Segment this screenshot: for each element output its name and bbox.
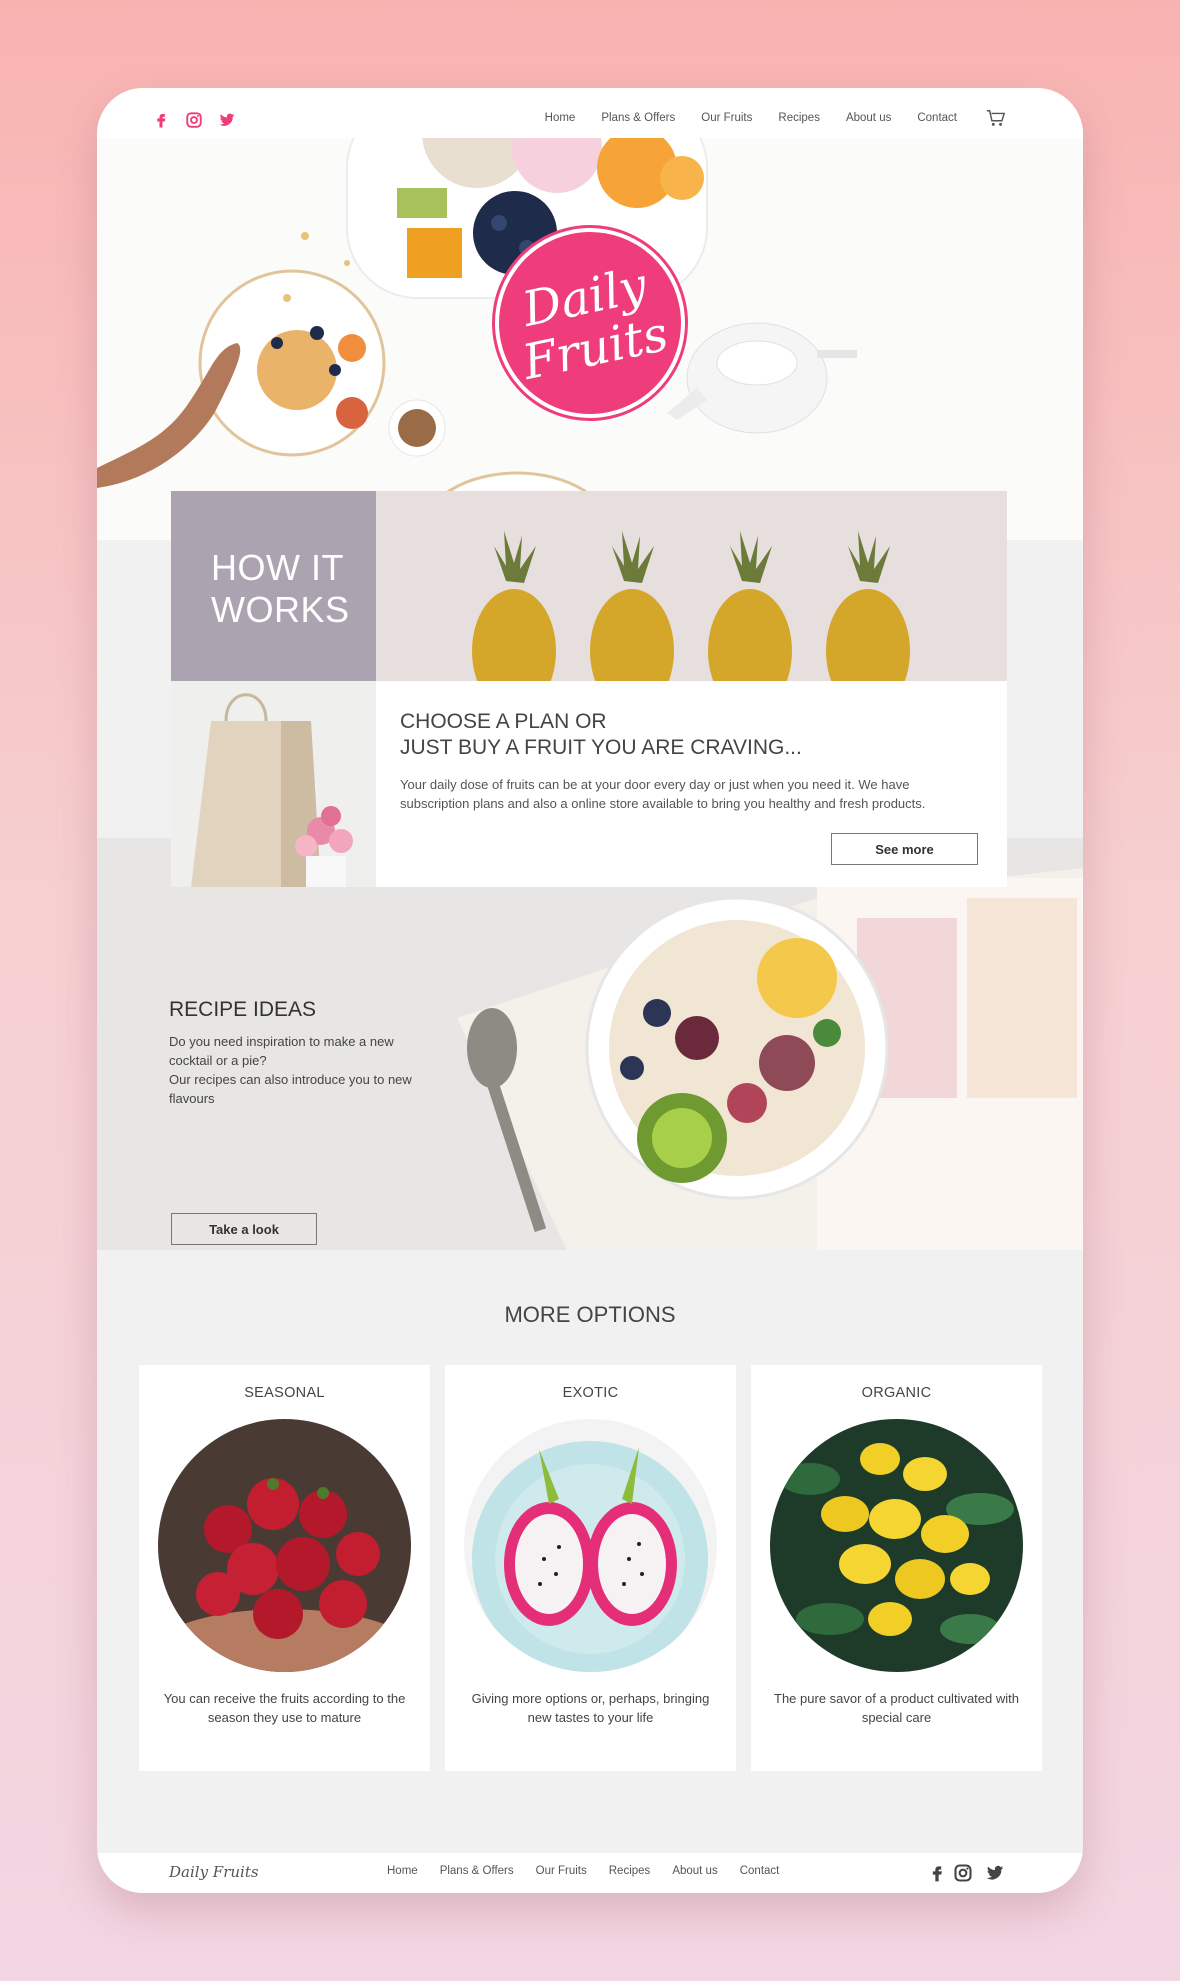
- seasonal-card[interactable]: SEASONAL You can receive the fruits acco…: [139, 1365, 430, 1771]
- nav-recipes[interactable]: Recipes: [778, 110, 820, 126]
- recipe-text-1: Do you need inspiration to make a new co…: [169, 1034, 394, 1068]
- recipe-text-block: RECIPE IDEAS Do you need inspiration to …: [169, 998, 429, 1108]
- footer-nav-plans-offers[interactable]: Plans & Offers: [440, 1865, 514, 1877]
- footer-nav-recipes[interactable]: Recipes: [609, 1865, 651, 1877]
- card-description: The pure savor of a product cultivated w…: [774, 1691, 1019, 1725]
- main-menu: Home Plans & Offers Our Fruits Recipes A…: [519, 110, 957, 126]
- recipe-text-2: Our recipes can also introduce you to ne…: [169, 1072, 412, 1106]
- footer-nav-home[interactable]: Home: [387, 1865, 418, 1877]
- recipe-section: RECIPE IDEAS Do you need inspiration to …: [97, 838, 1083, 1250]
- instagram-icon[interactable]: [183, 110, 205, 130]
- instagram-icon[interactable]: [953, 1863, 973, 1883]
- card-title: SEASONAL: [244, 1385, 325, 1401]
- twitter-icon[interactable]: [985, 1863, 1005, 1883]
- how-title-line-1: HOW IT: [211, 547, 344, 588]
- page-frame: Daily Fruits Home Plans & Offers Our Fru…: [97, 88, 1083, 1893]
- footer: Daily Fruits Home Plans & Offers Our Fru…: [97, 1853, 1083, 1893]
- more-options-section: MORE OPTIONS SEASONAL You can receive th…: [97, 1250, 1083, 1850]
- plan-title-line-2: JUST BUY A FRUIT YOU ARE CRAVING...: [400, 736, 802, 759]
- more-options-title: MORE OPTIONS: [504, 1302, 676, 1327]
- plan-title-line-1: CHOOSE A PLAN OR: [400, 710, 607, 733]
- nav-our-fruits[interactable]: Our Fruits: [701, 110, 752, 126]
- cart-icon[interactable]: [985, 108, 1007, 128]
- recipe-title: RECIPE IDEAS: [169, 998, 317, 1021]
- pineapples-image: [376, 491, 1007, 681]
- footer-menu: Home Plans & Offers Our Fruits Recipes A…: [387, 1865, 801, 1877]
- footer-nav-contact[interactable]: Contact: [740, 1865, 780, 1877]
- plan-description: Your daily dose of fruits can be at your…: [400, 777, 926, 811]
- nav-plans-offers[interactable]: Plans & Offers: [601, 110, 675, 126]
- twitter-icon[interactable]: [216, 110, 238, 130]
- nav-home[interactable]: Home: [545, 110, 576, 126]
- top-nav: Home Plans & Offers Our Fruits Recipes A…: [97, 88, 1083, 148]
- see-more-button[interactable]: See more: [831, 833, 978, 865]
- how-title-line-2: WORKS: [211, 589, 350, 630]
- footer-brand[interactable]: Daily Fruits: [169, 1863, 259, 1881]
- shopping-bag-image: [171, 681, 376, 887]
- dragon-fruit-image: [464, 1419, 717, 1672]
- strawberries-image: [158, 1419, 411, 1672]
- plan-card: CHOOSE A PLAN OR JUST BUY A FRUIT YOU AR…: [376, 681, 1007, 887]
- footer-nav-our-fruits[interactable]: Our Fruits: [536, 1865, 587, 1877]
- nav-contact[interactable]: Contact: [917, 110, 957, 126]
- how-it-works-title: HOW IT WORKS: [171, 491, 376, 681]
- hero-section: Daily Fruits Home Plans & Offers Our Fru…: [97, 88, 1083, 540]
- lemons-image: [770, 1419, 1023, 1672]
- plan-title: CHOOSE A PLAN OR JUST BUY A FRUIT YOU AR…: [400, 709, 960, 761]
- footer-nav-about-us[interactable]: About us: [672, 1865, 717, 1877]
- nav-about-us[interactable]: About us: [846, 110, 891, 126]
- facebook-icon[interactable]: [927, 1863, 947, 1883]
- card-title: ORGANIC: [861, 1385, 932, 1401]
- facebook-icon[interactable]: [150, 110, 172, 130]
- organic-card[interactable]: ORGANIC The pure savor of a product cult…: [751, 1365, 1042, 1771]
- exotic-card[interactable]: EXOTIC Giving more options or, perhaps, …: [445, 1365, 736, 1771]
- take-a-look-button[interactable]: Take a look: [171, 1213, 317, 1245]
- card-description: You can receive the fruits according to …: [163, 1691, 406, 1725]
- card-description: Giving more options or, perhaps, bringin…: [471, 1691, 710, 1725]
- card-title: EXOTIC: [562, 1385, 619, 1401]
